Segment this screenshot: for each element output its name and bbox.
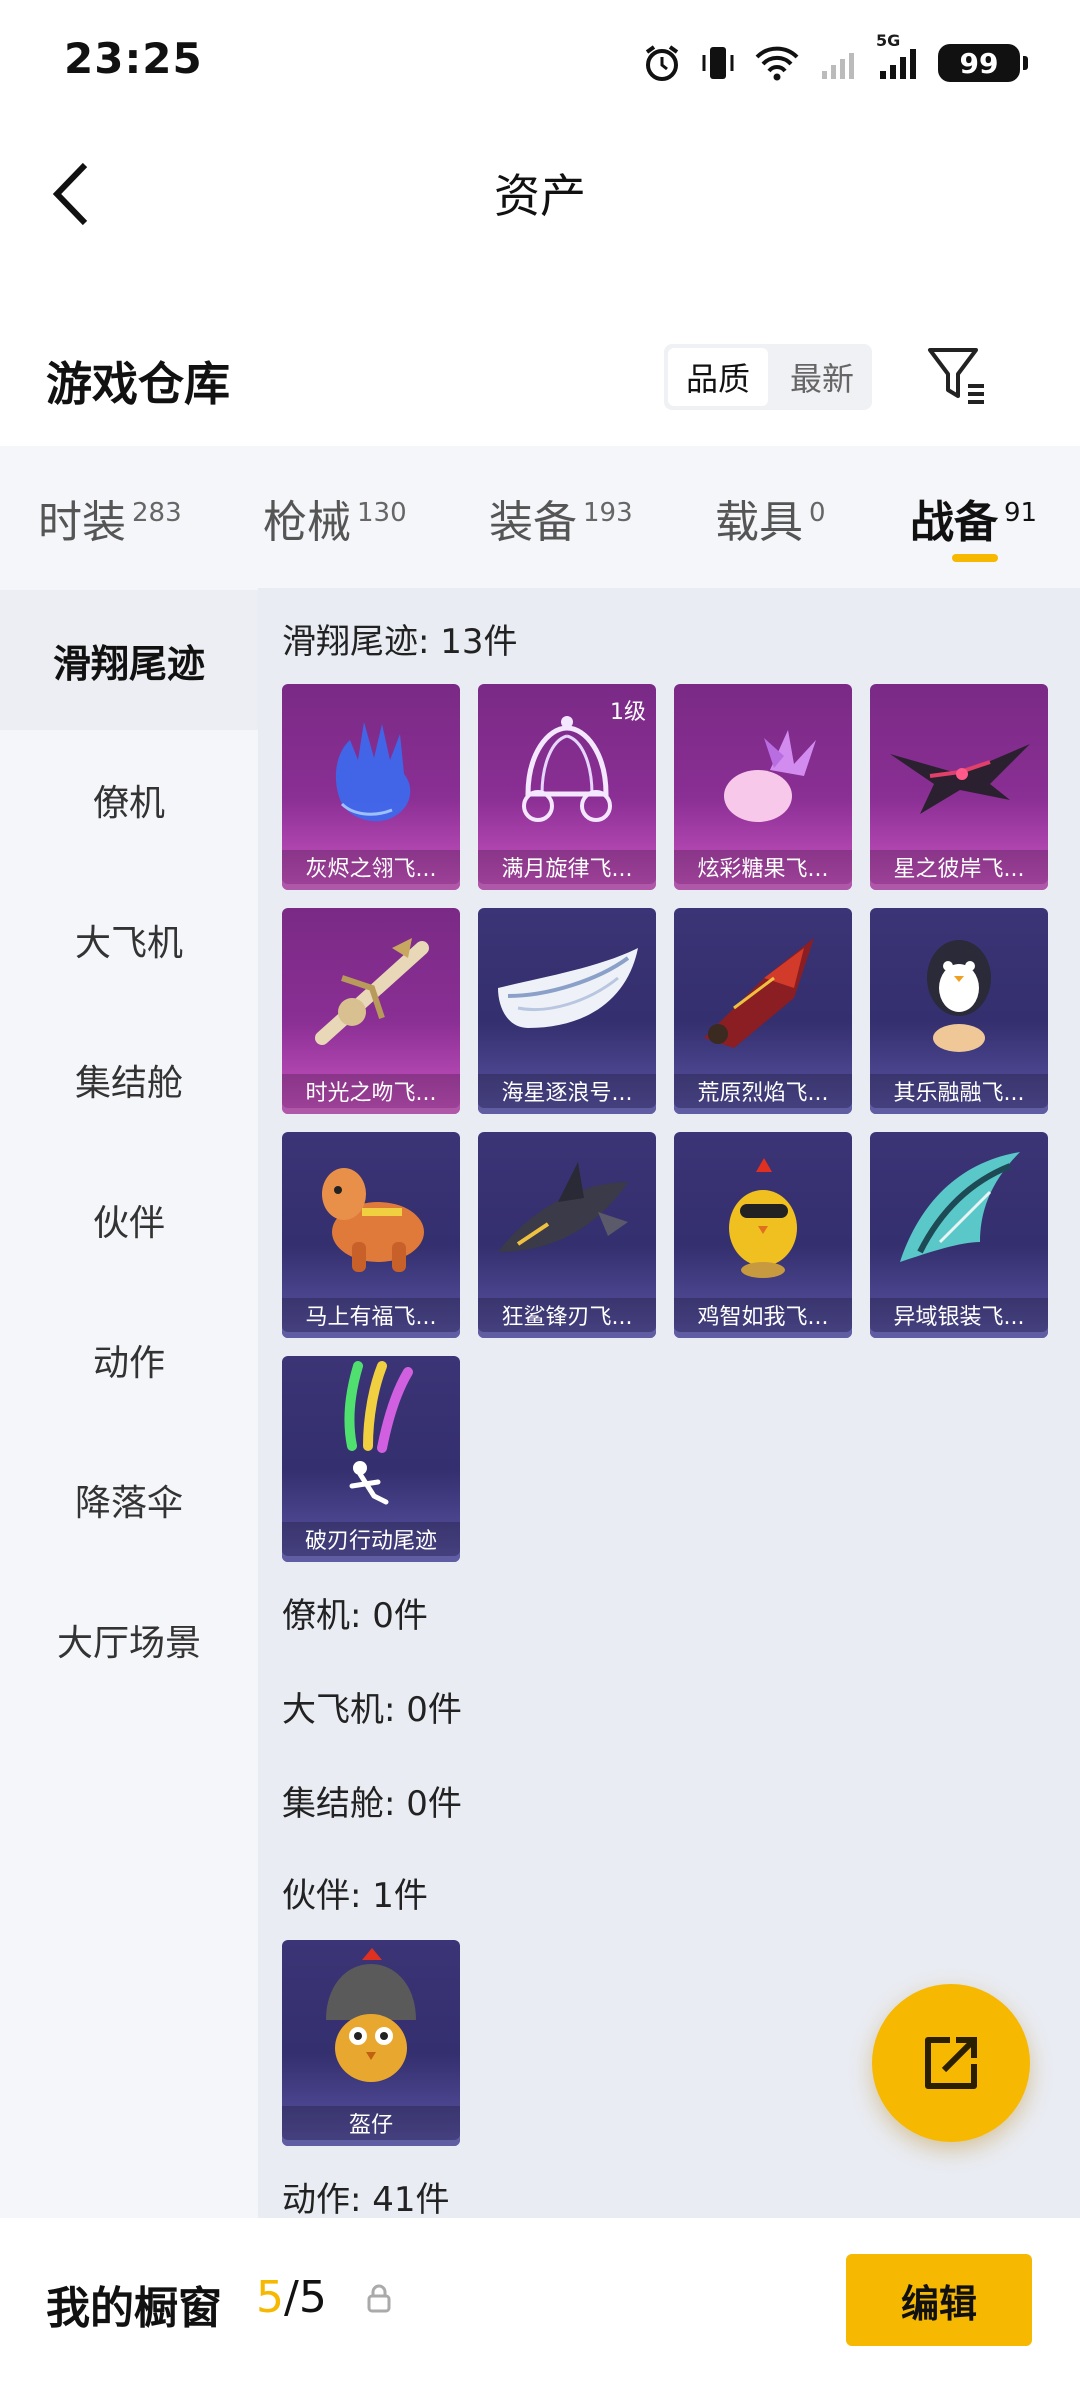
item-name: 马上有福飞... <box>282 1298 460 1338</box>
candy-icon <box>724 730 816 822</box>
filter-icon <box>928 348 984 404</box>
lock-icon <box>367 2284 391 2313</box>
item-card[interactable]: 时光之吻飞... <box>282 908 460 1114</box>
header: 资产 <box>0 120 1080 260</box>
item-card[interactable]: 马上有福飞... <box>282 1132 460 1338</box>
item-name: 破刃行动尾迹 <box>282 1522 460 1562</box>
sidebar-item-wingman[interactable]: 僚机 <box>0 730 258 870</box>
battery-indicator: 99 <box>938 44 1028 82</box>
section-label-big-plane: 大飞机: 0件 <box>282 1690 462 1730</box>
network-5g: 5G <box>876 31 920 83</box>
category-tabs: 时装 283 枪械 130 装备 193 载具 0 战备 91 <box>0 446 1080 588</box>
item-card[interactable]: 其乐融融飞... <box>870 908 1048 1114</box>
horse-toy-icon <box>322 1168 424 1272</box>
item-name: 时光之吻飞... <box>282 1074 460 1114</box>
item-name: 盔仔 <box>282 2106 460 2146</box>
warehouse-title: 游戏仓库 <box>46 357 230 411</box>
smoke-trail-icon <box>344 1361 413 1505</box>
share-icon <box>925 2037 977 2089</box>
status-time: 23:25 <box>64 34 203 83</box>
item-name: 鸡智如我飞... <box>674 1298 852 1338</box>
category-sidebar: 滑翔尾迹 僚机 大飞机 集结舱 伙伴 动作 降落伞 大厅场景 <box>0 588 258 2218</box>
item-card[interactable]: 1级 满月旋律飞... <box>478 684 656 890</box>
item-card[interactable]: 炫彩糖果飞... <box>674 684 852 890</box>
item-card[interactable]: 灰烬之翎飞... <box>282 684 460 890</box>
tab-war-prep[interactable]: 战备 91 <box>910 486 1037 550</box>
sort-option-quality[interactable]: 品质 <box>668 348 768 406</box>
tab-equipment[interactable]: 装备 193 <box>489 486 633 550</box>
wifi-icon <box>755 46 799 81</box>
item-card[interactable]: 星之彼岸飞... <box>870 684 1048 890</box>
sidebar-item-big-plane[interactable]: 大飞机 <box>0 870 258 1010</box>
blue-glove-icon <box>335 722 411 822</box>
sidebar-item-lobby-scene[interactable]: 大厅场景 <box>0 1570 258 1710</box>
active-tab-indicator <box>952 554 998 562</box>
item-name: 海星逐浪号... <box>478 1074 656 1114</box>
boat-icon <box>498 948 638 1028</box>
item-name: 其乐融融飞... <box>870 1074 1048 1114</box>
alarm-icon <box>645 45 679 81</box>
item-card[interactable]: 海星逐浪号... <box>478 908 656 1114</box>
section-label-pod: 集结舱: 0件 <box>282 1784 462 1824</box>
item-card[interactable]: 狂鲨锋刃飞... <box>478 1132 656 1338</box>
penguin-icon <box>927 940 991 1052</box>
sidebar-item-glide-trail[interactable]: 滑翔尾迹 <box>0 590 258 730</box>
section-label-action: 动作: 41件 <box>282 2180 450 2218</box>
sort-option-newest[interactable]: 最新 <box>772 344 872 410</box>
showcase-label: 我的橱窗 <box>46 2283 222 2334</box>
item-name: 狂鲨锋刃飞... <box>478 1298 656 1338</box>
filter-button[interactable] <box>924 342 990 408</box>
signal-weak-icon <box>822 53 854 79</box>
tab-fashion[interactable]: 时装 283 <box>38 486 182 550</box>
item-name: 星之彼岸飞... <box>870 850 1048 890</box>
status-bar: 23:25 5G 99 <box>0 0 1080 120</box>
section-label-glide-trail: 滑翔尾迹: 13件 <box>282 622 518 662</box>
item-card[interactable]: 鸡智如我飞... <box>674 1132 852 1338</box>
chicken-icon <box>729 1158 797 1278</box>
share-button[interactable] <box>872 1984 1030 2142</box>
item-name: 满月旋律飞... <box>478 850 656 890</box>
showcase-count: 5/5 <box>256 2272 327 2323</box>
page-title: 资产 <box>494 169 586 223</box>
flame-craft-icon <box>704 938 814 1048</box>
sort-toggle: 品质 最新 <box>664 344 872 410</box>
section-label-wingman: 僚机: 0件 <box>282 1596 428 1636</box>
silver-wing-icon <box>900 1152 1020 1262</box>
bottom-bar: 我的橱窗 5/5 编辑 <box>0 2218 1080 2382</box>
item-name: 异域银装飞... <box>870 1298 1048 1338</box>
vibrate-icon <box>702 47 734 79</box>
section-label-partner: 伙伴: 1件 <box>282 1876 428 1916</box>
item-content: 滑翔尾迹: 13件 灰烬之翎飞... 1级 满月旋律飞... 炫彩糖果飞... … <box>258 588 1080 2218</box>
sidebar-item-partner[interactable]: 伙伴 <box>0 1150 258 1290</box>
status-icons: 5G 99 <box>642 31 1028 88</box>
sidebar-item-pod[interactable]: 集结舱 <box>0 1010 258 1150</box>
tab-vehicles[interactable]: 载具 0 <box>715 486 826 550</box>
item-card[interactable]: 盔仔 <box>282 1940 460 2146</box>
item-card[interactable]: 荒原烈焰飞... <box>674 908 852 1114</box>
sidebar-item-parachute[interactable]: 降落伞 <box>0 1430 258 1570</box>
tab-guns[interactable]: 枪械 130 <box>263 486 407 550</box>
clockwork-icon <box>315 938 429 1045</box>
item-card[interactable]: 破刃行动尾迹 <box>282 1356 460 1562</box>
helmet-chick-icon <box>326 1948 416 2082</box>
shark-icon <box>498 1162 628 1252</box>
item-name: 炫彩糖果飞... <box>674 850 852 890</box>
dark-wing-icon <box>890 744 1030 814</box>
item-name: 灰烬之翎飞... <box>282 850 460 890</box>
item-card[interactable]: 异域银装飞... <box>870 1132 1048 1338</box>
sidebar-item-action[interactable]: 动作 <box>0 1290 258 1430</box>
item-level-badge: 1级 <box>610 700 646 725</box>
item-name: 荒原烈焰飞... <box>674 1074 852 1114</box>
edit-button[interactable]: 编辑 <box>846 2254 1032 2346</box>
